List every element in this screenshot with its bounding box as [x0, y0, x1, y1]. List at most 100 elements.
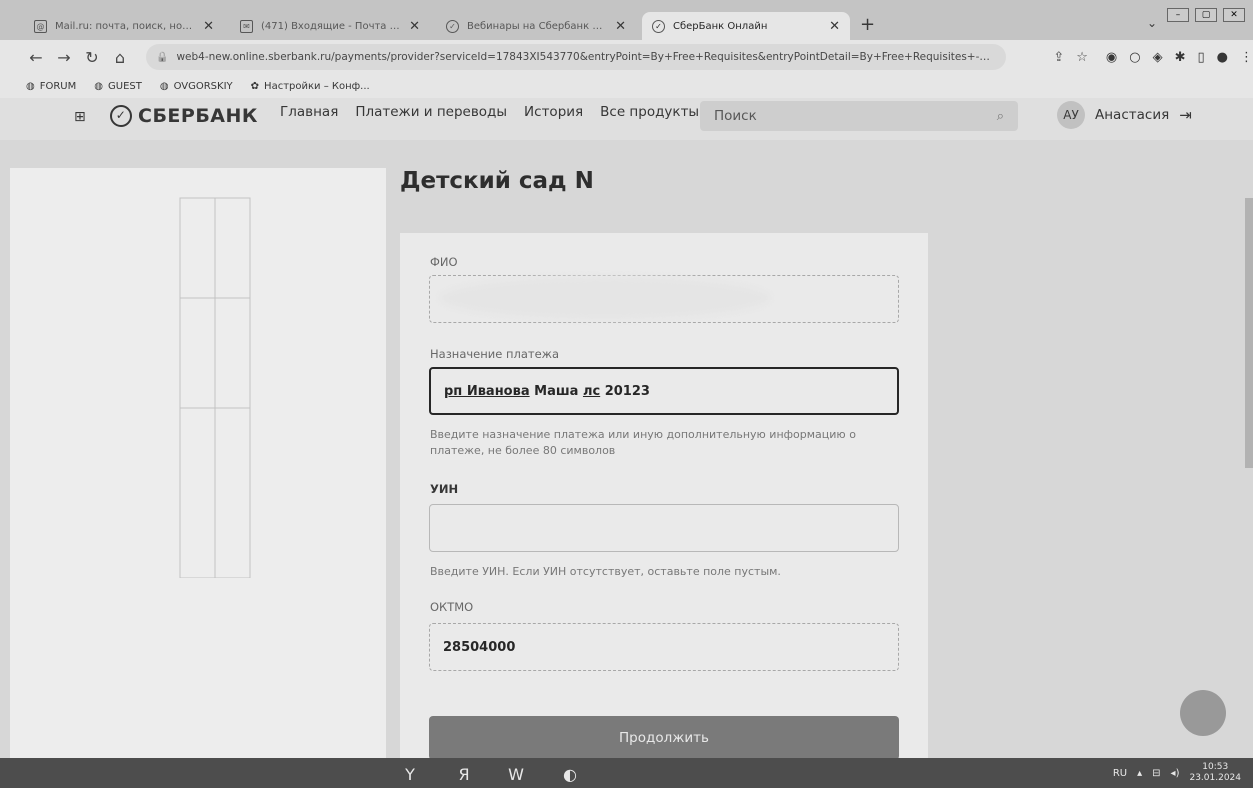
- kebab-menu-icon[interactable]: ⋮: [1240, 50, 1253, 65]
- system-tray: RU ▴ ⊟ ◂) 10:53 23.01.2024: [1113, 762, 1241, 784]
- window-controls: – ▢ ✕: [1167, 8, 1245, 22]
- logo-text: СБЕРБАНК: [138, 105, 258, 127]
- chat-assistant-button[interactable]: [1180, 690, 1226, 736]
- uin-field[interactable]: [429, 504, 899, 552]
- sidepanel-icon[interactable]: ▯: [1198, 50, 1205, 65]
- site-header: ⊞ ✓ СБЕРБАНК Главная Платежи и переводы …: [0, 98, 1253, 140]
- tab-label: СберБанк Онлайн: [673, 20, 768, 32]
- nav-item-history[interactable]: История: [524, 104, 583, 120]
- scrollbar[interactable]: [1245, 198, 1253, 468]
- bookmark-settings[interactable]: ✿ Настройки – Конф...: [251, 81, 370, 92]
- uin-label: УИН: [430, 482, 459, 496]
- nav-item-products[interactable]: Все продукты: [600, 104, 699, 120]
- tab-inbox[interactable]: ✉ (471) Входящие - Почта Mail.ru ✕: [230, 12, 430, 40]
- clock-time: 10:53: [1202, 762, 1229, 772]
- fio-label: ФИО: [430, 255, 458, 269]
- nav-item-payments[interactable]: Платежи и переводы: [355, 104, 507, 120]
- tab-sberbank-online[interactable]: ✓ СберБанк Онлайн ✕: [642, 12, 850, 40]
- globe-icon: ◍: [94, 80, 103, 92]
- home-icon[interactable]: ⌂: [106, 48, 134, 67]
- close-icon[interactable]: ✕: [821, 19, 840, 34]
- continue-button[interactable]: Продолжить: [429, 716, 899, 760]
- share-icon[interactable]: ⇪: [1053, 50, 1064, 65]
- maximize-button[interactable]: ▢: [1195, 8, 1217, 22]
- page-title: Детский сад N: [400, 168, 594, 194]
- bookmark-forum[interactable]: ◍ FORUM: [26, 81, 76, 92]
- extensions-area: ◉ ○ ◈ ✱ ▯ ● ⋮: [1106, 50, 1253, 65]
- close-icon[interactable]: ✕: [607, 19, 626, 34]
- sber-icon: ✓: [446, 19, 459, 33]
- language-indicator[interactable]: RU: [1113, 768, 1127, 779]
- bookmark-label: GUEST: [108, 80, 142, 92]
- extension-icon[interactable]: ◈: [1153, 50, 1163, 65]
- overlay-paper: [10, 168, 386, 788]
- close-icon[interactable]: ✕: [195, 19, 214, 34]
- globe-icon: ◍: [26, 80, 35, 92]
- tab-label: Mail.ru: почта, поиск, новости: [55, 20, 195, 32]
- address-bar[interactable]: 🔒 web4-new.online.sberbank.ru/payments/p…: [146, 44, 1006, 70]
- purpose-value-part: Маша: [529, 383, 583, 399]
- search-icon[interactable]: ⌕: [997, 109, 1004, 124]
- nav-item-home[interactable]: Главная: [280, 104, 338, 120]
- page-content: ⊞ ✓ СБЕРБАНК Главная Платежи и переводы …: [0, 98, 1253, 788]
- yandex-icon[interactable]: Я: [446, 761, 482, 787]
- tab-webinars[interactable]: ✓ Вебинары на Сбербанк Онлайн ✕: [436, 12, 636, 40]
- purpose-value-part: рп Иванова: [444, 383, 530, 399]
- globe-icon: ◍: [159, 80, 169, 92]
- redacted-fio: [440, 276, 770, 320]
- network-icon[interactable]: ⊟: [1152, 768, 1160, 779]
- taskbar: Y Я W ◐ RU ▴ ⊟ ◂) 10:53 23.01.2024: [0, 758, 1253, 788]
- oktmo-field[interactable]: 28504000: [429, 623, 899, 671]
- extension-icon[interactable]: ◉: [1106, 50, 1117, 65]
- sber-check-icon: ✓: [110, 105, 132, 127]
- bookmark-guest[interactable]: ◍ GUEST: [94, 81, 142, 92]
- url-text: web4-new.online.sberbank.ru/payments/pro…: [176, 51, 996, 63]
- clock-date: 23.01.2024: [1189, 773, 1241, 783]
- extension-icon[interactable]: ○: [1129, 50, 1140, 65]
- browser-tab-bar: @ Mail.ru: почта, поиск, новости ✕ ✉ (47…: [0, 0, 1253, 40]
- close-window-button[interactable]: ✕: [1223, 8, 1245, 22]
- new-tab-button[interactable]: +: [860, 14, 875, 35]
- user-name[interactable]: Анастасия: [1095, 107, 1169, 123]
- close-icon[interactable]: ✕: [401, 19, 420, 34]
- logout-icon[interactable]: ⇥: [1179, 106, 1192, 124]
- clock[interactable]: 10:53 23.01.2024: [1189, 762, 1241, 784]
- bookmarks-bar: ◍ FORUM ◍ GUEST ◍ OVGORSKIY ✿ Настройки – Ко…: [0, 74, 1253, 98]
- star-icon[interactable]: ☆: [1076, 50, 1088, 65]
- back-arrow-icon[interactable]: ←: [22, 48, 50, 67]
- forward-arrow-icon[interactable]: →: [50, 48, 78, 67]
- puzzle-icon[interactable]: ✱: [1175, 50, 1186, 65]
- volume-icon[interactable]: ◂): [1171, 768, 1180, 779]
- bookmark-label: OVGORSKIY: [173, 80, 233, 92]
- word-icon[interactable]: W: [498, 761, 534, 787]
- sber-icon: ✓: [652, 19, 665, 33]
- avatar[interactable]: АУ: [1057, 101, 1085, 129]
- main-nav: Главная Платежи и переводы История Все п…: [280, 104, 699, 120]
- bookmark-ovgorskiy[interactable]: ◍ OVGORSKIY: [160, 81, 233, 92]
- purpose-value-part: лс: [582, 383, 601, 399]
- paper-show-through: [179, 197, 251, 578]
- chevron-up-icon[interactable]: ▴: [1137, 768, 1142, 779]
- minimize-button[interactable]: –: [1167, 8, 1189, 22]
- gear-icon: ✿: [250, 80, 260, 92]
- reload-icon[interactable]: ↻: [78, 48, 106, 67]
- apps-grid-icon[interactable]: ⊞: [74, 109, 90, 125]
- tab-mail[interactable]: @ Mail.ru: почта, поиск, новости ✕: [24, 12, 224, 40]
- screen: @ Mail.ru: почта, поиск, новости ✕ ✉ (47…: [0, 0, 1253, 788]
- browser-toolbar: ← → ↻ ⌂ 🔒 web4-new.online.sberbank.ru/pa…: [0, 40, 1253, 74]
- bookmark-label: Настройки – Конф...: [264, 80, 370, 92]
- envelope-icon: ✉: [240, 19, 253, 33]
- mail-icon: @: [34, 19, 47, 33]
- tab-label: (471) Входящие - Почта Mail.ru: [261, 20, 401, 32]
- lock-icon: 🔒: [156, 51, 169, 63]
- yandex-browser-icon[interactable]: Y: [392, 761, 428, 787]
- search-input[interactable]: Поиск ⌕: [700, 101, 1018, 131]
- tab-label: Вебинары на Сбербанк Онлайн: [467, 20, 607, 32]
- chevron-down-icon[interactable]: ⌄: [1147, 16, 1157, 30]
- profile-icon[interactable]: ●: [1217, 50, 1228, 65]
- user-menu[interactable]: АУ Анастасия ⇥: [1057, 101, 1192, 129]
- app-icon[interactable]: ◐: [552, 761, 588, 787]
- sberbank-logo[interactable]: ✓ СБЕРБАНК: [110, 105, 258, 127]
- purpose-field[interactable]: рп Иванова Маша лс 20123: [429, 367, 899, 415]
- purpose-hint: Введите назначение платежа или иную допо…: [430, 428, 856, 457]
